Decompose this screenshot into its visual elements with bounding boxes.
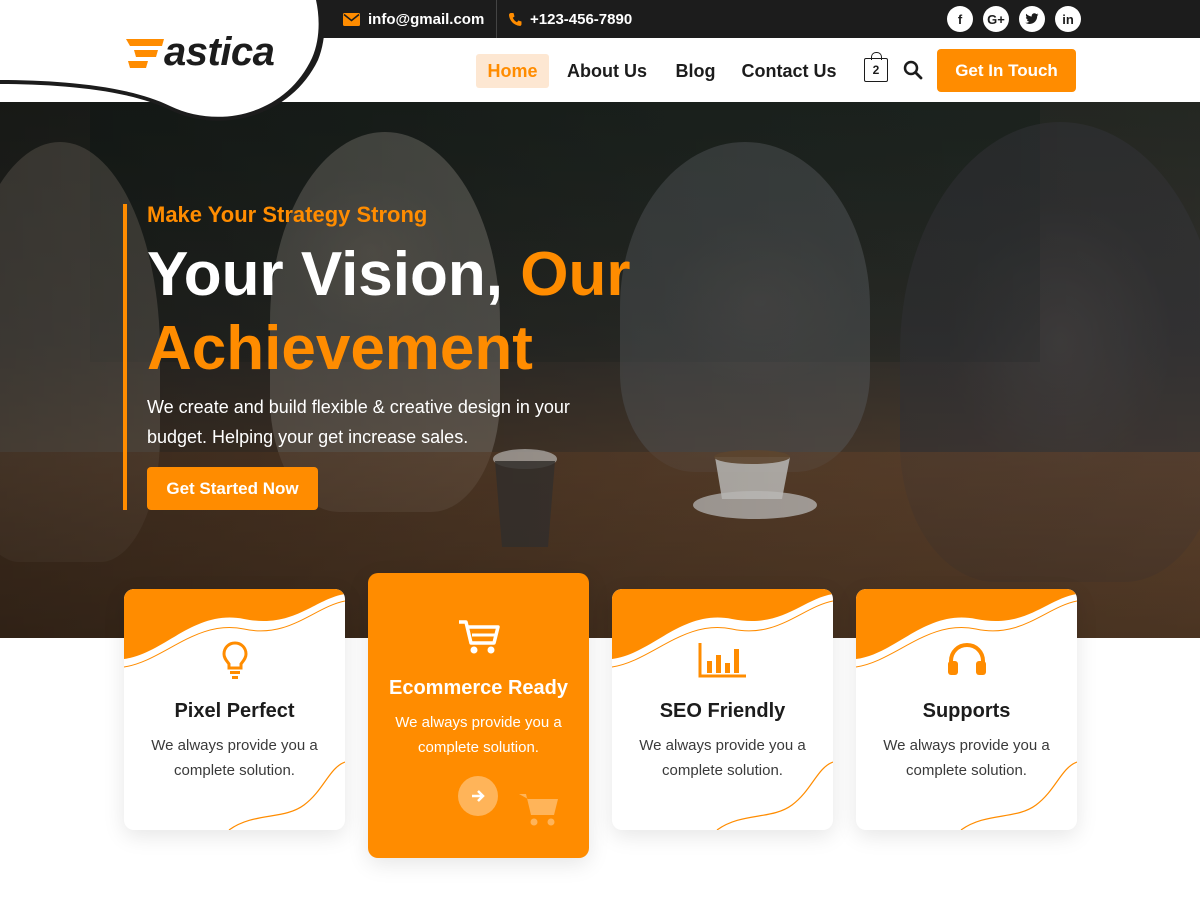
nav-about-us[interactable]: About Us bbox=[561, 54, 653, 88]
logo-text: astica bbox=[164, 30, 275, 74]
get-started-button[interactable]: Get Started Now bbox=[147, 467, 318, 510]
nav-home[interactable]: Home bbox=[476, 54, 549, 88]
social-links: f G+ in bbox=[947, 6, 1081, 32]
feature-desc: We always provide you a complete solutio… bbox=[883, 737, 1050, 779]
hero-eyebrow: Make Your Strategy Strong bbox=[147, 202, 428, 227]
cart-button[interactable]: 2 bbox=[864, 52, 888, 82]
feature-card-supports[interactable]: Supports We always provide you a complet… bbox=[856, 589, 1077, 830]
phone-icon bbox=[509, 12, 522, 26]
feature-title: Pixel Perfect bbox=[174, 700, 295, 722]
envelope-icon bbox=[343, 12, 360, 26]
headline-orange-1: Our bbox=[520, 240, 631, 309]
feature-desc: We always provide you a complete solutio… bbox=[151, 737, 318, 779]
feature-card-pixel-perfect[interactable]: Pixel Perfect We always provide you a co… bbox=[124, 589, 345, 830]
headphones-icon bbox=[856, 641, 1077, 677]
topbar-divider bbox=[496, 0, 497, 38]
feature-title: Supports bbox=[922, 700, 1011, 722]
headline-white: Your Vision, bbox=[147, 240, 503, 309]
phone-contact[interactable]: +123-456-7890 bbox=[508, 0, 632, 38]
feature-desc: We always provide you a complete solutio… bbox=[395, 714, 562, 756]
twitter-icon[interactable] bbox=[1019, 6, 1045, 32]
lightbulb-icon bbox=[124, 641, 345, 679]
nav-blog[interactable]: Blog bbox=[669, 54, 722, 88]
phone-text: +123-456-7890 bbox=[530, 10, 633, 28]
feature-title: Ecommerce Ready bbox=[389, 677, 568, 699]
arrow-right-icon[interactable] bbox=[458, 776, 498, 816]
facebook-icon[interactable]: f bbox=[947, 6, 973, 32]
feature-card-ecommerce-ready[interactable]: Ecommerce Ready We always provide you a … bbox=[368, 573, 589, 858]
bar-chart-icon bbox=[612, 641, 833, 679]
headline-orange-2: Achievement bbox=[147, 314, 533, 383]
google-plus-icon[interactable]: G+ bbox=[983, 6, 1009, 32]
nav-contact-us[interactable]: Contact Us bbox=[736, 54, 842, 88]
cart-icon bbox=[368, 619, 589, 655]
get-in-touch-button[interactable]: Get In Touch bbox=[937, 49, 1076, 92]
search-icon[interactable] bbox=[903, 60, 923, 80]
logo-mark-icon bbox=[126, 38, 164, 68]
hero-accent-bar bbox=[123, 204, 127, 510]
email-text: info@gmail.com bbox=[368, 10, 485, 28]
hero-description: We create and build flexible & creative … bbox=[147, 397, 570, 447]
hero-headline: Your Vision, Our Achievement bbox=[147, 238, 667, 386]
cart-count: 2 bbox=[872, 63, 880, 77]
site-logo[interactable]: astica bbox=[124, 30, 275, 75]
linkedin-icon[interactable]: in bbox=[1055, 6, 1081, 32]
feature-card-seo-friendly[interactable]: SEO Friendly We always provide you a com… bbox=[612, 589, 833, 830]
cart-watermark-icon bbox=[518, 791, 560, 832]
feature-title: SEO Friendly bbox=[659, 700, 786, 722]
email-contact[interactable]: info@gmail.com bbox=[343, 0, 484, 38]
feature-desc: We always provide you a complete solutio… bbox=[639, 737, 806, 779]
